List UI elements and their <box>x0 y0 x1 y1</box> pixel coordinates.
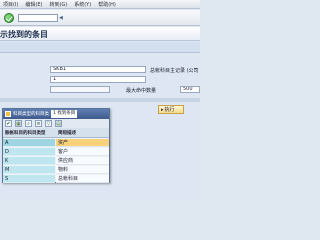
cell-code: M <box>3 166 55 174</box>
cell-code: D <box>3 148 55 156</box>
copy-icon[interactable]: ▦ <box>15 120 22 127</box>
command-field[interactable] <box>18 14 58 22</box>
menu-item[interactable]: 转到(G) <box>49 1 67 8</box>
empty-field[interactable] <box>50 86 110 93</box>
table-row[interactable]: D 客户 <box>3 148 109 156</box>
print-icon[interactable]: ▤ <box>55 120 62 127</box>
execute-label: 执行 <box>164 107 175 113</box>
checkmark-icon[interactable]: ✔ <box>5 120 12 127</box>
sort-icon[interactable]: ≡ <box>35 120 42 127</box>
horizontal-scrollbar[interactable] <box>0 98 200 102</box>
application-toolbar <box>0 42 200 53</box>
popup-title-bar: 科目类型的科目类 1 找到条目 <box>3 109 109 119</box>
filter-icon[interactable]: ▽ <box>45 120 52 127</box>
cell-code: K <box>3 157 55 165</box>
column-header[interactable]: 账帐科目的科目类型 <box>5 130 46 136</box>
search-help-popup: 科目类型的科目类 1 找到条目 ✔ ▦ ⌕ ≡ ▽ ▤ 账帐科目的科目类型 简短… <box>2 108 110 183</box>
cell-code: A <box>3 139 55 147</box>
cell-desc: 资产 <box>56 139 109 147</box>
sap-icon <box>5 111 11 117</box>
column-header[interactable]: 简短描述 <box>58 130 76 136</box>
field-label: 总帐科目主记录 (公司 <box>150 68 199 74</box>
max-hits-label: 最大命中数量 <box>126 88 157 94</box>
cell-desc: 供应商 <box>56 157 109 165</box>
execute-button[interactable]: ▸ 执行 <box>158 105 184 114</box>
cell-desc: 总帐科目 <box>56 175 109 183</box>
cell-code: S <box>3 175 55 183</box>
table-row[interactable]: S 总帐科目 <box>3 175 109 183</box>
table-field[interactable]: SKB1 <box>50 66 146 73</box>
menu-item[interactable]: 系统(Y) <box>74 1 91 8</box>
execute-icon: ▸ <box>161 106 164 113</box>
table-header: 账帐科目的科目类型 简短描述 <box>3 128 109 138</box>
find-icon[interactable]: ⌕ <box>25 120 32 127</box>
menu-item[interactable]: 帮助(H) <box>98 1 116 8</box>
enter-icon[interactable] <box>4 13 14 23</box>
cell-desc: 客户 <box>56 148 109 156</box>
title-bar: 示找到的条目 <box>0 27 200 41</box>
page-title: 示找到的条目 <box>0 30 48 39</box>
tab-results[interactable]: 1 找到条目 <box>51 110 78 118</box>
cell-desc: 物料 <box>56 166 109 174</box>
table-row[interactable]: A 资产 <box>3 139 109 147</box>
table-row[interactable]: K 供应商 <box>3 157 109 165</box>
standard-toolbar: ◀ <box>0 10 200 26</box>
tab-restrictions[interactable]: 科目类型的科目类 <box>13 111 49 117</box>
menu-item[interactable]: 编辑(E) <box>25 1 42 8</box>
chevron-left-icon[interactable]: ◀ <box>59 15 65 21</box>
popup-toolbar: ✔ ▦ ⌕ ≡ ▽ ▤ <box>3 119 109 128</box>
max-hits-field[interactable]: 500 <box>180 86 200 93</box>
menu-bar: 项目(I) 编辑(E) 转到(G) 系统(Y) 帮助(H) <box>0 0 200 9</box>
menu-item[interactable]: 项目(I) <box>3 1 18 8</box>
table-row[interactable]: M 物料 <box>3 166 109 174</box>
number-field[interactable]: 1 <box>50 76 146 83</box>
